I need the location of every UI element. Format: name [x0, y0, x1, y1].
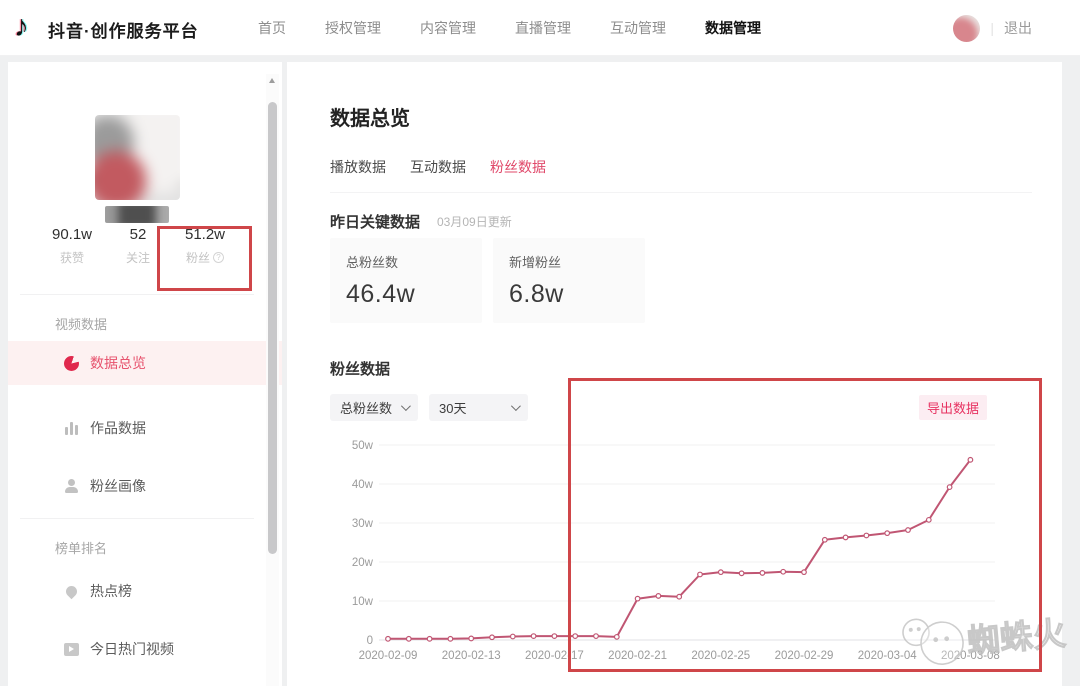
svg-text:2020-02-17: 2020-02-17 [525, 650, 584, 662]
svg-text:0: 0 [367, 635, 373, 647]
fans-line-chart: 0 10w 20w 30w 40w 50w 2020-02-09 2020-02-13 2020… [335, 435, 1025, 680]
card-label: 新增粉丝 [509, 252, 629, 271]
key-data-heading: 昨日关键数据 [330, 211, 420, 232]
scrollbar-thumb[interactable] [268, 102, 277, 554]
svg-text:2020-03-08: 2020-03-08 [941, 650, 1000, 662]
tab-interaction-data[interactable]: 互动数据 [410, 157, 466, 177]
nav-item-interaction[interactable]: 互动管理 [610, 18, 666, 38]
data-tabs: 播放数据 互动数据 粉丝数据 [330, 157, 546, 177]
nav-item-live[interactable]: 直播管理 [515, 18, 571, 38]
sidebar-item-fan-portrait[interactable]: 粉丝画像 [8, 464, 266, 508]
sidebar-item-label: 粉丝画像 [90, 476, 146, 496]
section-title-video-data: 视频数据 [55, 314, 107, 333]
stat-likes-label: 获赞 [60, 249, 84, 266]
bar-chart-icon [65, 422, 78, 435]
brand-title: 抖音·创作服务平台 [48, 17, 199, 42]
key-data-updated: 03月09日更新 [437, 213, 512, 230]
sidebar-item-label: 热点榜 [90, 581, 132, 601]
user-avatar[interactable] [953, 15, 980, 42]
scrollbar-up-arrow-icon[interactable] [269, 78, 275, 83]
svg-text:30w: 30w [352, 518, 374, 530]
range-dropdown[interactable]: 30天 [429, 394, 528, 421]
stat-followers: 51.2w 粉丝 ? [168, 226, 242, 266]
person-icon [64, 479, 79, 493]
sidebar-scrollbar[interactable] [266, 74, 279, 686]
nav-item-data[interactable]: 数据管理 [705, 18, 761, 38]
svg-text:40w: 40w [352, 479, 374, 491]
tab-play-data[interactable]: 播放数据 [330, 157, 386, 177]
profile-name-blurred [105, 206, 169, 223]
section-title-rankings: 榜单排名 [55, 538, 107, 557]
sidebar-item-hot-videos[interactable]: 今日热门视频 [8, 627, 266, 671]
tab-fan-data[interactable]: 粉丝数据 [490, 157, 546, 177]
nav-item-home[interactable]: 首页 [258, 18, 286, 38]
profile-stats: 90.1w 获赞 52 关注 51.2w 粉丝 ? [8, 226, 266, 282]
stat-following-value: 52 [101, 226, 175, 243]
stat-following-label: 关注 [126, 249, 150, 266]
sidebar-item-label: 数据总览 [90, 353, 146, 373]
export-data-button[interactable]: 导出数据 [919, 395, 987, 420]
stat-following: 52 关注 [101, 226, 175, 266]
douyin-logo-icon: ♪ [14, 11, 29, 43]
page: ♪ 抖音·创作服务平台 首页 授权管理 内容管理 直播管理 互动管理 数据管理 … [0, 0, 1080, 686]
sidebar-item-label: 今日热门视频 [90, 639, 174, 659]
info-icon[interactable]: ? [213, 252, 224, 263]
sidebar-item-data-overview[interactable]: 数据总览 [8, 341, 282, 385]
main-content: 数据总览 播放数据 互动数据 粉丝数据 昨日关键数据 03月09日更新 总粉丝数… [287, 62, 1062, 686]
sidebar-item-label: 作品数据 [90, 418, 146, 438]
profile-avatar [95, 115, 180, 200]
svg-text:2020-02-29: 2020-02-29 [775, 650, 834, 662]
header-right: | 退出 [953, 0, 1032, 56]
card-value: 46.4w [346, 280, 466, 309]
svg-text:2020-02-21: 2020-02-21 [608, 650, 667, 662]
stat-followers-value: 51.2w [168, 226, 242, 243]
sidebar-divider [20, 294, 254, 295]
nav-item-authorization[interactable]: 授权管理 [325, 18, 381, 38]
pie-chart-icon [64, 356, 79, 371]
header-divider: | [990, 20, 994, 36]
top-header: ♪ 抖音·创作服务平台 首页 授权管理 内容管理 直播管理 互动管理 数据管理 … [0, 0, 1080, 56]
svg-text:2020-03-04: 2020-03-04 [858, 650, 917, 662]
sidebar-divider [20, 518, 254, 519]
page-title: 数据总览 [330, 102, 410, 131]
stat-likes: 90.1w 获赞 [35, 226, 109, 266]
card-label: 总粉丝数 [346, 252, 466, 271]
nav-item-content[interactable]: 内容管理 [420, 18, 476, 38]
stat-likes-value: 90.1w [35, 226, 109, 243]
svg-text:50w: 50w [352, 440, 374, 452]
chevron-down-icon [511, 401, 521, 411]
fans-chart-area: 0 10w 20w 30w 40w 50w 2020-02-09 2020-02-13 2020… [335, 435, 1025, 680]
sidebar-item-works-data[interactable]: 作品数据 [8, 406, 266, 450]
card-total-fans: 总粉丝数 46.4w [330, 238, 482, 323]
svg-text:2020-02-13: 2020-02-13 [442, 650, 501, 662]
stat-followers-label: 粉丝 [186, 249, 210, 266]
range-dropdown-value: 30天 [439, 398, 466, 417]
video-icon [64, 643, 79, 656]
svg-text:20w: 20w [352, 557, 374, 569]
flame-icon [63, 583, 79, 599]
metric-dropdown[interactable]: 总粉丝数 [330, 394, 418, 421]
svg-text:2020-02-09: 2020-02-09 [359, 650, 418, 662]
sidebar: 90.1w 获赞 52 关注 51.2w 粉丝 ? 视频数据 数据总览 作品 [8, 62, 282, 686]
metric-dropdown-value: 总粉丝数 [340, 398, 392, 417]
fans-section-heading: 粉丝数据 [330, 358, 390, 379]
top-nav: 首页 授权管理 内容管理 直播管理 互动管理 数据管理 [258, 0, 761, 56]
chevron-down-icon [401, 401, 411, 411]
card-new-fans: 新增粉丝 6.8w [493, 238, 645, 323]
sidebar-item-hot-list[interactable]: 热点榜 [8, 569, 266, 613]
svg-text:2020-02-25: 2020-02-25 [691, 650, 750, 662]
card-value: 6.8w [509, 280, 629, 309]
logout-button[interactable]: 退出 [1004, 18, 1032, 38]
tabs-divider [330, 192, 1032, 193]
svg-text:10w: 10w [352, 596, 374, 608]
